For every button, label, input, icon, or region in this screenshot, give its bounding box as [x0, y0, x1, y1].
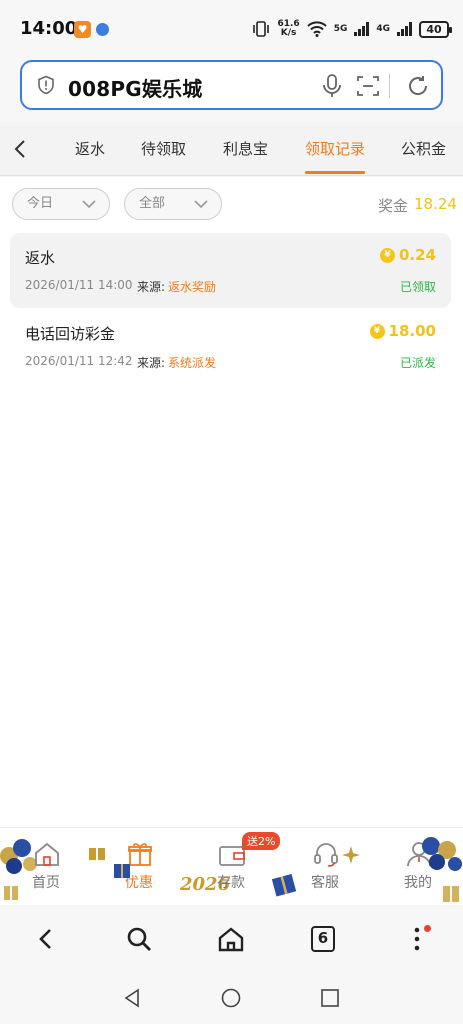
- browser-back-icon[interactable]: [31, 924, 61, 954]
- nav-home[interactable]: 首页: [11, 828, 81, 906]
- browser-bottom-bar: 6: [0, 905, 463, 973]
- url-divider: [389, 74, 390, 98]
- record-amount-value: 0.24: [398, 246, 436, 264]
- tab-claim-records[interactable]: 领取记录: [305, 138, 365, 159]
- tab-switcher-button[interactable]: 6: [311, 926, 335, 952]
- chevron-down-icon: [82, 200, 96, 209]
- record-amount: ¥ 0.24: [379, 246, 436, 264]
- type-filter-value: 全部: [139, 196, 166, 211]
- record-source-label: 来源:: [137, 356, 166, 370]
- signal-bars-icon-2: [397, 22, 412, 36]
- status-bar: 14:00 ♥ 61.6 K/s 5G 4G 40: [0, 0, 463, 56]
- record-item[interactable]: 电话回访彩金 2026/01/11 12:42 来源: 系统派发 ¥ 18.00…: [10, 309, 451, 384]
- tab-interest[interactable]: 利息宝: [223, 138, 268, 159]
- notification-dot: [424, 925, 431, 932]
- record-amount-value: 18.00: [388, 322, 436, 340]
- url-bar[interactable]: 008PG娱乐城: [20, 60, 443, 110]
- tab-navigation: 返水 待领取 利息宝 领取记录 公积金: [0, 122, 463, 176]
- vibrate-icon: [253, 21, 270, 37]
- microphone-icon[interactable]: [320, 73, 344, 99]
- record-title: 电话回访彩金: [25, 325, 116, 343]
- record-source: 返水奖励: [168, 280, 217, 294]
- chevron-down-icon: [194, 200, 208, 209]
- cell-generation-label: 4G: [376, 24, 390, 34]
- search-icon[interactable]: [124, 924, 154, 954]
- browser-home-icon[interactable]: [216, 924, 246, 954]
- sparkle-decoration-icon: [342, 846, 360, 864]
- tab-provident-fund[interactable]: 公积金: [401, 138, 446, 159]
- browser-toolbar: 008PG娱乐城: [0, 56, 463, 122]
- app-bottom-nav: 首页 优惠 2026 存款 送2% 客服 我的: [0, 827, 463, 905]
- reload-icon[interactable]: [405, 73, 431, 99]
- system-home-icon[interactable]: [220, 987, 242, 1009]
- type-filter-dropdown[interactable]: 全部: [124, 188, 222, 220]
- wifi-generation-label: 5G: [333, 24, 348, 34]
- balloons-decoration-icon: [422, 837, 462, 902]
- record-title: 返水: [25, 249, 56, 267]
- battery-icon: 40: [419, 20, 452, 38]
- scan-icon[interactable]: [356, 74, 380, 98]
- headset-icon: [314, 843, 338, 867]
- tab-rebate[interactable]: 返水: [75, 138, 105, 159]
- record-status: 已领取: [399, 280, 436, 294]
- nav-home-label: 首页: [32, 875, 60, 891]
- bonus-label: 奖金: [378, 197, 409, 215]
- nav-support[interactable]: 客服: [290, 828, 360, 906]
- claim-records-content: 今日 全部 奖金 18.24 返水 2026/01/11 14:00 来源: 返…: [0, 177, 463, 827]
- app-notification-icon-2: [96, 23, 109, 36]
- nav-deposit-label: 存款: [217, 875, 245, 891]
- home-icon: [35, 842, 59, 866]
- deposit-promo-badge: 送2%: [242, 832, 281, 850]
- back-arrow-icon[interactable]: [10, 136, 32, 162]
- app-notification-icon: ♥: [74, 21, 91, 38]
- coin-icon: ¥: [379, 247, 395, 263]
- tab-pending[interactable]: 待领取: [141, 138, 186, 159]
- system-recents-icon[interactable]: [319, 987, 341, 1009]
- wifi-icon: [306, 21, 327, 37]
- network-speed: 61.6 K/s: [277, 19, 300, 38]
- bonus-total: 18.24: [414, 195, 457, 213]
- nav-support-label: 客服: [311, 875, 339, 891]
- record-time: 2026/01/11 12:42: [25, 354, 133, 368]
- site-info-icon[interactable]: [36, 75, 56, 95]
- gift-box-decoration-icon: [114, 864, 130, 878]
- record-item[interactable]: 返水 2026/01/11 14:00 来源: 返水奖励 ¥ 0.24 已领取: [10, 233, 451, 308]
- status-time: 14:00: [20, 18, 78, 39]
- date-filter-dropdown[interactable]: 今日: [12, 188, 110, 220]
- active-tab-indicator: [305, 171, 365, 174]
- date-filter-value: 今日: [27, 196, 54, 211]
- coin-icon: ¥: [369, 323, 385, 339]
- system-back-icon[interactable]: [121, 987, 143, 1009]
- record-source: 系统派发: [168, 356, 217, 370]
- record-time: 2026/01/11 14:00: [25, 278, 133, 292]
- signal-bars-icon-1: [354, 22, 370, 36]
- record-amount: ¥ 18.00: [369, 322, 436, 340]
- url-text[interactable]: 008PG娱乐城: [68, 73, 202, 102]
- status-icons: 61.6 K/s 5G 4G 40: [252, 18, 452, 40]
- record-source-label: 来源:: [137, 280, 166, 294]
- record-status: 已派发: [399, 356, 436, 370]
- system-navigation-bar: [0, 973, 463, 1024]
